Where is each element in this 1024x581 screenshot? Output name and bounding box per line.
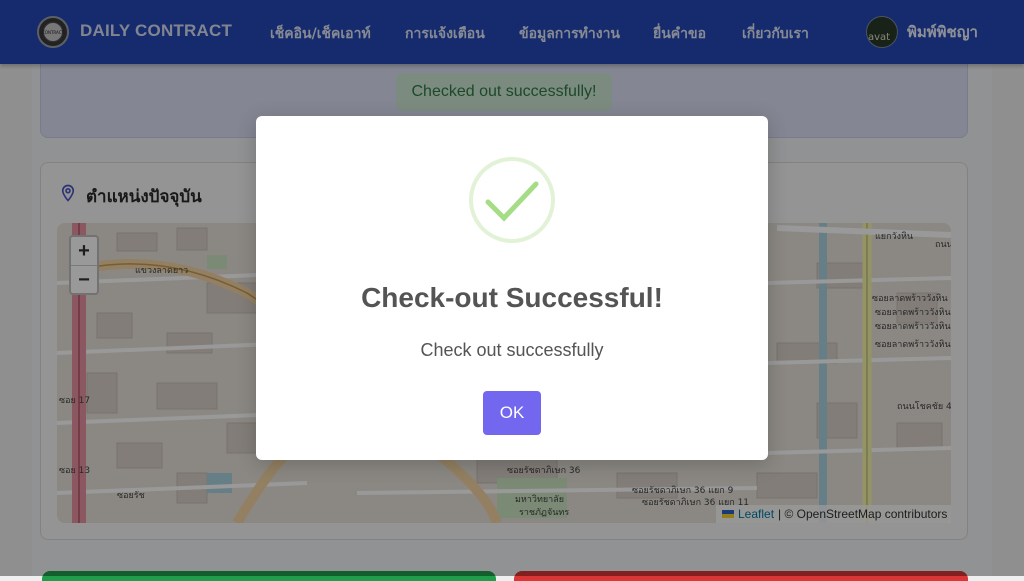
ok-button[interactable]: OK	[483, 391, 541, 435]
success-modal: Check-out Successful! Check out successf…	[256, 116, 768, 460]
checkmark-icon	[469, 157, 555, 243]
modal-title: Check-out Successful!	[361, 282, 663, 313]
modal-message: Check out successfully	[420, 340, 604, 360]
